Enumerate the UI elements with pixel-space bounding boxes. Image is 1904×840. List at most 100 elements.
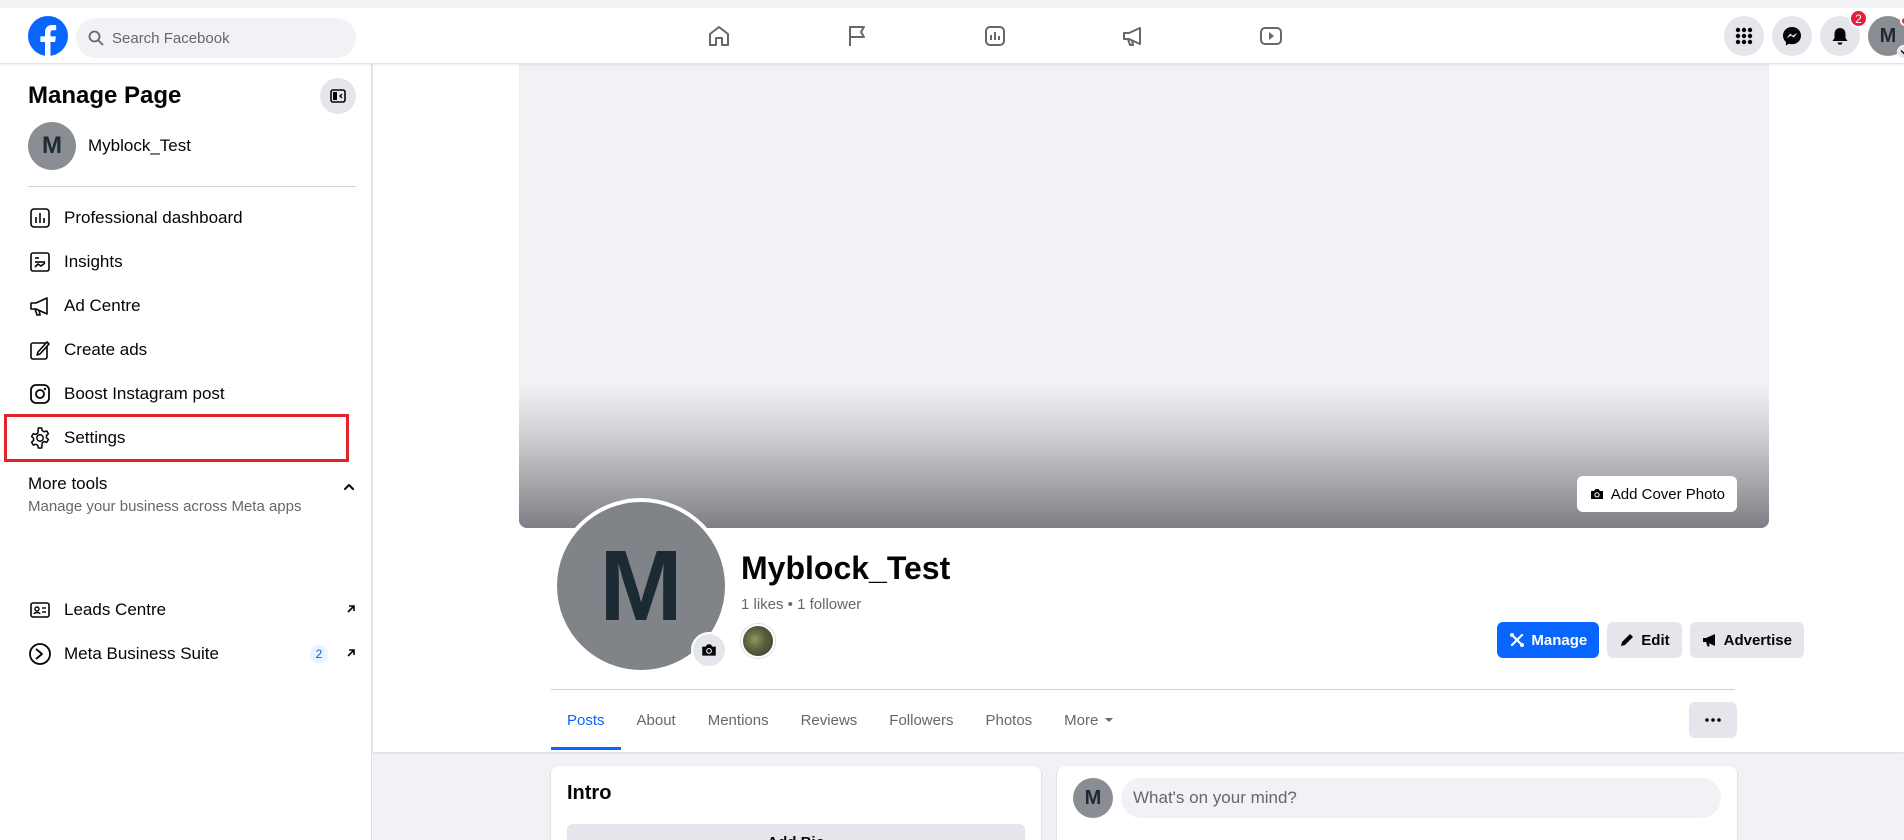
intro-card: Intro Add Bio: [551, 766, 1041, 840]
sidebar-item-meta-business-suite[interactable]: Meta Business Suite 2: [28, 632, 358, 676]
profile-picture[interactable]: M: [553, 498, 729, 674]
camera-icon: [702, 644, 716, 656]
search-input[interactable]: [112, 29, 332, 47]
nav-home-button[interactable]: [650, 8, 788, 64]
tab-followers[interactable]: Followers: [873, 690, 969, 750]
whats-on-your-mind-input[interactable]: What's on your mind?: [1121, 778, 1721, 818]
edit-button[interactable]: Edit: [1607, 622, 1682, 658]
advertise-label: Advertise: [1723, 631, 1792, 649]
top-navigation-bar: 2 M: [0, 8, 1904, 64]
profile-tabs: Posts About Mentions Reviews Followers P…: [551, 690, 1130, 750]
settings-highlight-box: [4, 414, 349, 462]
dashboard-icon: [28, 206, 52, 230]
account-initial: M: [1879, 24, 1897, 47]
search-box[interactable]: [76, 18, 356, 58]
tab-mentions[interactable]: Mentions: [692, 690, 785, 750]
messenger-button[interactable]: [1772, 16, 1812, 56]
sidebar-item-professional-dashboard[interactable]: Professional dashboard: [28, 196, 358, 240]
sidebar-item-leads-centre[interactable]: Leads Centre: [28, 588, 358, 632]
sidebar-item-label: Professional dashboard: [64, 208, 243, 227]
camera-icon: [1590, 489, 1603, 499]
messenger-icon: [1783, 27, 1801, 46]
home-icon: [709, 26, 729, 46]
add-cover-photo-label: Add Cover Photo: [1610, 485, 1725, 503]
nav-insights-button[interactable]: [926, 8, 1064, 64]
account-controls: 2 M: [1716, 9, 1904, 59]
sidebar-item-ad-centre[interactable]: Ad Centre: [28, 284, 358, 328]
notifications-button[interactable]: 2: [1820, 9, 1868, 56]
chevron-up-icon[interactable]: [342, 480, 356, 494]
more-options-button[interactable]: [1689, 702, 1737, 738]
composer-avatar[interactable]: M: [1073, 778, 1113, 818]
sidebar-item-label: Boost Instagram post: [64, 384, 225, 403]
page-name-label: Myblock_Test: [88, 136, 191, 155]
tab-photos[interactable]: Photos: [969, 690, 1048, 750]
manage-label: Manage: [1531, 631, 1588, 649]
megaphone-icon: [28, 294, 52, 318]
sidebar-item-label: Meta Business Suite: [64, 644, 219, 663]
more-tools-title: More tools: [28, 474, 108, 493]
caret-down-icon: [1104, 715, 1114, 725]
nav-video-button[interactable]: [1202, 8, 1340, 64]
sidebar-item-label: Insights: [64, 252, 123, 271]
sidebar-title: Manage Page: [28, 82, 182, 109]
post-composer: M What's on your mind?: [1057, 766, 1737, 840]
tab-more-label: More: [1064, 711, 1099, 729]
sidebar-item-create-ads[interactable]: Create ads: [28, 328, 358, 372]
add-bio-button[interactable]: Add Bio: [567, 824, 1025, 840]
pencil-icon: [28, 338, 52, 362]
more-tools-subtitle: Manage your business across Meta apps: [28, 498, 302, 515]
menu-button[interactable]: [1724, 16, 1764, 56]
instagram-icon: [28, 382, 52, 406]
page-stats[interactable]: 1 likes • 1 follower: [741, 596, 861, 613]
meta-business-suite-icon: [28, 642, 52, 666]
tab-posts[interactable]: Posts: [551, 690, 621, 750]
sidebar-item-insights[interactable]: Insights: [28, 240, 358, 284]
manage-button[interactable]: Manage: [1497, 622, 1600, 658]
megaphone-icon: [1123, 27, 1141, 46]
collapse-sidebar-button[interactable]: [320, 78, 356, 114]
notification-count-badge: 2: [1849, 9, 1868, 28]
add-cover-photo-button[interactable]: Add Cover Photo: [1576, 476, 1737, 512]
cover-photo: Add Cover Photo: [519, 64, 1769, 528]
megaphone-icon: [1702, 634, 1715, 647]
more-tools-section[interactable]: More tools Manage your business across M…: [28, 474, 358, 515]
external-link-icon: [344, 646, 358, 660]
sidebar-toggle-icon: [330, 89, 346, 103]
external-link-icon: [344, 602, 358, 616]
pencil-icon: [1621, 634, 1634, 646]
leads-icon: [28, 598, 52, 622]
nav-pages-button[interactable]: [788, 8, 926, 64]
edit-label: Edit: [1641, 631, 1670, 649]
sidebar-divider: [28, 186, 356, 187]
sidebar-item-boost-instagram-post[interactable]: Boost Instagram post: [28, 372, 358, 416]
page-title: Myblock_Test: [741, 550, 951, 586]
search-icon: [88, 30, 104, 46]
video-icon: [1260, 27, 1282, 45]
grid-menu-icon: [1735, 27, 1753, 45]
facebook-logo-icon[interactable]: [28, 16, 68, 56]
account-alert-dot: [1900, 16, 1904, 26]
tab-more[interactable]: More: [1048, 690, 1130, 750]
current-page-switcher[interactable]: M Myblock_Test: [28, 122, 191, 170]
sidebar-item-label: Ad Centre: [64, 296, 141, 315]
follower-avatar[interactable]: [741, 624, 775, 658]
bell-icon: [1832, 28, 1848, 45]
sidebar-item-label: Leads Centre: [64, 600, 167, 619]
ellipsis-icon: [1705, 718, 1721, 722]
account-avatar[interactable]: M: [1868, 16, 1904, 59]
tab-reviews[interactable]: Reviews: [785, 690, 874, 750]
main-nav: [650, 8, 1340, 64]
insights-icon: [28, 250, 52, 274]
manage-page-sidebar: Manage Page M Myblock_Test Professional …: [0, 64, 372, 840]
advertise-button[interactable]: Advertise: [1689, 622, 1804, 658]
account-chevron-down-icon: [1897, 45, 1904, 59]
update-profile-picture-button[interactable]: [691, 632, 727, 668]
intro-title: Intro: [567, 782, 612, 804]
page-avatar: M: [28, 122, 76, 170]
sidebar-item-label: Create ads: [64, 340, 148, 359]
tab-about[interactable]: About: [621, 690, 692, 750]
browser-top-strip: [0, 0, 1904, 8]
more-tools-menu: Leads Centre Meta Business Suite 2: [28, 588, 358, 676]
nav-ads-button[interactable]: [1064, 8, 1202, 64]
